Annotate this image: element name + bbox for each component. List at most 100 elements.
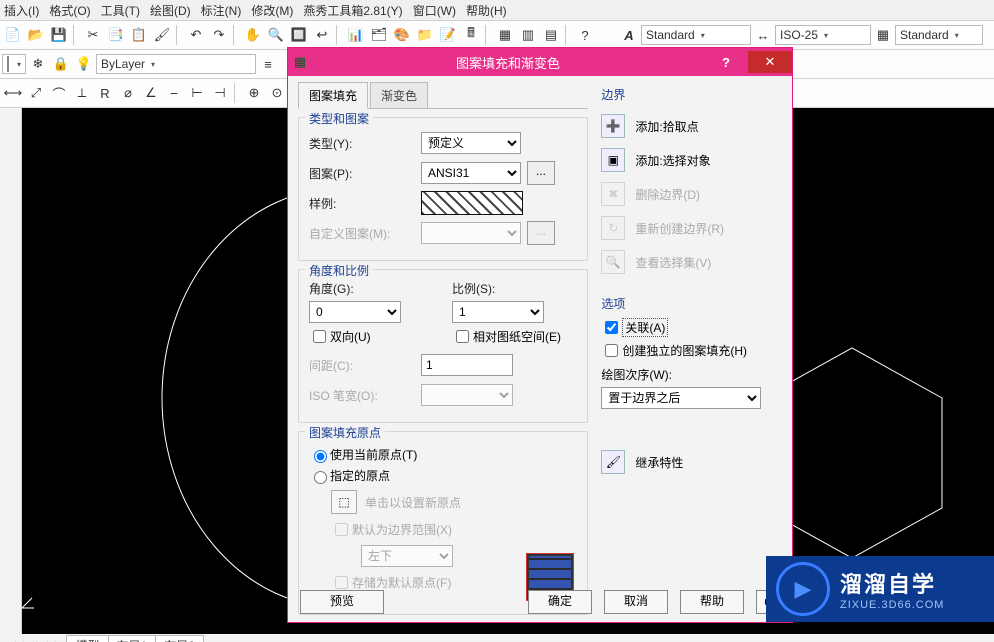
zoom-icon[interactable]: 🔍	[265, 24, 287, 46]
dimang-icon[interactable]: ∠	[140, 82, 162, 104]
menu-insert[interactable]: 插入(I)	[4, 2, 39, 19]
hatch-icon[interactable]: ▦	[494, 24, 516, 46]
label-isopen: ISO 笔宽(O):	[309, 387, 421, 404]
new-icon[interactable]: 📄	[2, 24, 24, 46]
inherit-icon[interactable]: 🖌	[601, 450, 625, 474]
input-spacing[interactable]	[421, 354, 513, 376]
dimdia-icon[interactable]: ⌀	[117, 82, 139, 104]
layer-color[interactable]: ▾	[2, 54, 26, 74]
layeroff-icon[interactable]: 💡	[73, 53, 95, 75]
tab-layout1[interactable]: 布局1	[108, 635, 157, 642]
label-storedef: 存储为默认原点(F)	[352, 574, 451, 591]
swatch-preview[interactable]	[421, 191, 523, 215]
sheetset-icon[interactable]: 📁	[414, 24, 436, 46]
dcenter-icon[interactable]: 🗂	[368, 24, 390, 46]
table-icon[interactable]: ▥	[517, 24, 539, 46]
group-angle-scale: 角度和比例 角度(G): 0 双向(U) 比例(S): 1 相对图纸空间(E) …	[298, 269, 588, 423]
pattern-browse-button[interactable]: ...	[527, 161, 555, 185]
calc-icon[interactable]: 🖩	[460, 24, 482, 46]
watermark: ▶ 溜溜自学 ZIXUE.3D66.COM	[766, 556, 994, 622]
markup-icon[interactable]: 📝	[437, 24, 459, 46]
centermark-icon[interactable]: ⊙	[266, 82, 288, 104]
dimcont-icon[interactable]: ⊣	[209, 82, 231, 104]
chk-twoway[interactable]	[313, 330, 326, 343]
menu-window[interactable]: 窗口(W)	[413, 2, 456, 19]
label-draworder: 绘图次序(W):	[601, 366, 771, 383]
matchprop-icon[interactable]: 🖌	[151, 24, 173, 46]
grid-icon[interactable]: ▤	[540, 24, 562, 46]
cut-icon[interactable]: ✂	[82, 24, 104, 46]
dimarc-icon[interactable]: ⌒	[48, 82, 70, 104]
layermgr-icon[interactable]: ❄	[27, 53, 49, 75]
radio-specified-origin[interactable]	[314, 471, 327, 484]
select-angle[interactable]: 0	[309, 301, 401, 323]
dimbase-icon[interactable]: ⊢	[186, 82, 208, 104]
layeriso-icon[interactable]: 🔒	[50, 53, 72, 75]
tablestyle-icon[interactable]: ▦	[872, 24, 894, 46]
add-pickpoint[interactable]: 添加:拾取点	[635, 118, 698, 135]
dialog-close-icon[interactable]: ✕	[748, 51, 792, 73]
help-icon[interactable]: ?	[574, 24, 596, 46]
select-draworder[interactable]: 置于边界之后	[601, 387, 761, 409]
menubar: 插入(I) 格式(O) 工具(T) 绘图(D) 标注(N) 修改(M) 燕秀工具…	[0, 0, 994, 21]
dialog-titlebar[interactable]: ▦ 图案填充和渐变色 ? ✕	[288, 48, 792, 76]
dimstyle-icon[interactable]: ↔	[752, 24, 774, 46]
tablestyle-combo[interactable]: Standard▾	[895, 25, 983, 45]
help-button[interactable]: 帮助	[680, 590, 744, 614]
cancel-button[interactable]: 取消	[604, 590, 668, 614]
select-type[interactable]: 预定义	[421, 132, 521, 154]
dimstyle-combo[interactable]: ISO-25▾	[775, 25, 871, 45]
dimord-icon[interactable]: ⟂	[71, 82, 93, 104]
menu-help[interactable]: 帮助(H)	[466, 2, 507, 19]
label-current-origin: 使用当前原点(T)	[330, 446, 417, 463]
inherit-props[interactable]: 继承特性	[635, 454, 683, 471]
menu-yanxiu[interactable]: 燕秀工具箱2.81(Y)	[303, 2, 402, 19]
chk-independent[interactable]	[605, 344, 618, 357]
menu-draw[interactable]: 绘图(D)	[150, 2, 191, 19]
dimlinear-icon[interactable]: ⟷	[2, 82, 24, 104]
tpalette-icon[interactable]: 🎨	[391, 24, 413, 46]
tab-hatch[interactable]: 图案填充	[298, 82, 368, 109]
lineweight-icon[interactable]: ≡	[257, 53, 279, 75]
tab-layout2[interactable]: 布局2	[155, 635, 204, 642]
dimquick-icon[interactable]: ⎯	[163, 82, 185, 104]
tab-gradient[interactable]: 渐变色	[370, 82, 428, 109]
dimradius-icon[interactable]: R	[94, 82, 116, 104]
menu-format[interactable]: 格式(O)	[49, 2, 90, 19]
zoomprev-icon[interactable]: ↩	[311, 24, 333, 46]
menu-modify[interactable]: 修改(M)	[251, 2, 293, 19]
menu-dim[interactable]: 标注(N)	[201, 2, 242, 19]
left-toolbar	[0, 108, 22, 642]
textstyle-combo[interactable]: Standard▾	[641, 25, 751, 45]
dimaligned-icon[interactable]: ⤢	[25, 82, 47, 104]
chk-relpaper[interactable]	[456, 330, 469, 343]
linetype-combo[interactable]: ByLayer▾	[96, 54, 256, 74]
redo-icon[interactable]: ↷	[208, 24, 230, 46]
add-select[interactable]: 添加:选择对象	[635, 152, 710, 169]
pick-point-icon[interactable]: ➕	[601, 114, 625, 138]
ok-button[interactable]: 确定	[528, 590, 592, 614]
menu-tools[interactable]: 工具(T)	[101, 2, 140, 19]
dialog-help-icon[interactable]: ?	[704, 51, 748, 73]
paste-icon[interactable]: 📋	[128, 24, 150, 46]
group-label-origin: 图案填充原点	[305, 424, 385, 441]
pan-icon[interactable]: ✋	[242, 24, 264, 46]
chk-related[interactable]	[605, 321, 618, 334]
radio-current-origin[interactable]	[314, 450, 327, 463]
view-selection: 查看选择集(V)	[635, 254, 711, 271]
prop-icon[interactable]: 📊	[345, 24, 367, 46]
select-scale[interactable]: 1	[452, 301, 544, 323]
textstyle-icon[interactable]: A	[618, 24, 640, 46]
tab-model[interactable]: 模型	[66, 635, 108, 642]
zoomwin-icon[interactable]: 🔲	[288, 24, 310, 46]
select-pattern[interactable]: ANSI31	[421, 162, 521, 184]
preview-button[interactable]: 预览	[300, 590, 384, 614]
save-icon[interactable]: 💾	[48, 24, 70, 46]
open-icon[interactable]: 📂	[25, 24, 47, 46]
tolerance-icon[interactable]: ⊕	[243, 82, 265, 104]
select-origin-pos: 左下	[361, 545, 453, 567]
copy-icon[interactable]: 📑	[105, 24, 127, 46]
select-obj-icon[interactable]: ▣	[601, 148, 625, 172]
undo-icon[interactable]: ↶	[185, 24, 207, 46]
pick-origin-button[interactable]: ⬚	[331, 490, 357, 514]
